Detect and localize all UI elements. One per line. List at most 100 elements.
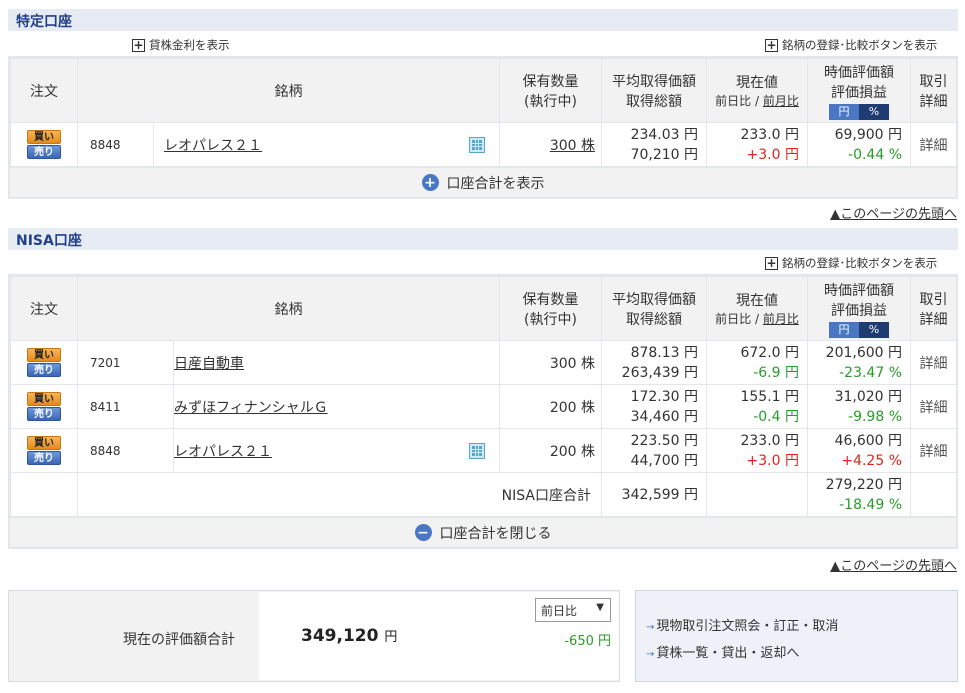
buy-button[interactable]: 買い xyxy=(27,436,61,450)
prev-day-link[interactable]: 前日比 xyxy=(715,94,751,108)
detail-link[interactable]: 詳細 xyxy=(910,428,957,473)
eval-cell: 201,600 円 -23.47 % xyxy=(807,340,911,385)
prev-day-link[interactable]: 前日比 xyxy=(715,312,751,326)
show-lending-rate-toggle[interactable]: + 貸株金利を表示 xyxy=(132,37,230,53)
toggle-yen[interactable]: 円 xyxy=(829,321,859,338)
plus-icon: + xyxy=(765,256,778,270)
stock-name-link[interactable]: レオパレス２１ xyxy=(174,444,272,460)
order-inquiry-link[interactable]: → 現物取引注文照会・訂正・取消 xyxy=(646,615,957,634)
qty-cell: 300 株 xyxy=(499,340,602,385)
col-qty: 保有数量 (執行中) xyxy=(499,58,602,123)
toggle-yen[interactable]: 円 xyxy=(829,103,859,120)
close-total-label: 口座合計を閉じる xyxy=(439,525,552,542)
price-cell: 233.0 円 +3.0 円 xyxy=(706,122,808,167)
nisa-total-eval: 279,220 円 -18.49 % xyxy=(807,472,911,517)
avg-cost-cell: 223.50 円 44,700 円 xyxy=(601,428,707,473)
prev-month-link[interactable]: 前月比 xyxy=(763,312,799,326)
order-buttons: 買い 売り xyxy=(10,340,78,385)
expand-plus-icon: + xyxy=(421,174,439,191)
total-valuation-label: 現在の評価額合計 xyxy=(123,632,235,648)
tokutei-holdings-table: 注文 銘柄 保有数量 (執行中) 平均取得価額 取得総額 現在値 前日比 / 前月比… xyxy=(8,56,958,199)
qty-link[interactable]: 300 株 xyxy=(550,138,595,154)
prev-month-link[interactable]: 前月比 xyxy=(763,94,799,108)
price-cell: 155.1 円 -0.4 円 xyxy=(706,384,808,429)
plus-icon: + xyxy=(132,38,145,52)
toggle-pct[interactable]: % xyxy=(859,321,889,338)
sell-button[interactable]: 売り xyxy=(27,363,61,377)
stock-name-cell: レオパレス２１ xyxy=(173,428,500,473)
buy-button[interactable]: 買い xyxy=(27,392,61,406)
register-compare-label: 銘柄の登録･比較ボタンを表示 xyxy=(782,256,938,270)
nisa-total-cost: 342,599 円 xyxy=(601,472,707,517)
nisa-holdings-table: 注文 銘柄 保有数量 (執行中) 平均取得価額 取得総額 現在値 前日比 / 前月比… xyxy=(8,274,958,549)
page-top-link[interactable]: ▲このページの先頭へ xyxy=(830,203,957,222)
eval-cell: 69,900 円 -0.44 % xyxy=(807,122,911,167)
nisa-total-label: NISA口座合計 xyxy=(77,472,602,517)
dropdown-arrow-icon: ▼ xyxy=(596,602,604,613)
col-avg: 平均取得価額 取得総額 xyxy=(601,276,707,341)
table-row: 買い 売り 8411 みずほフィナンシャルＧ 200 株 172.30 円 34,… xyxy=(10,384,957,429)
detail-link[interactable]: 詳細 xyxy=(910,340,957,385)
calculator-icon[interactable] xyxy=(469,443,485,459)
avg-cost-cell: 878.13 円 263,439 円 xyxy=(601,340,707,385)
stock-name-link[interactable]: みずほフィナンシャルＧ xyxy=(174,400,328,416)
buy-button[interactable]: 買い xyxy=(27,348,61,362)
col-stock: 銘柄 xyxy=(77,58,500,123)
buy-button[interactable]: 買い xyxy=(27,130,61,144)
tokutei-section-header: 特定口座 xyxy=(8,9,958,31)
stock-name-cell: 日産自動車 xyxy=(173,340,500,385)
stock-name-link[interactable]: レオパレス２１ xyxy=(164,138,262,154)
col-avg: 平均取得価額 取得総額 xyxy=(601,58,707,123)
total-valuation-panel: 349,120 円 前日比 ▼ -650 円 xyxy=(259,592,619,680)
sell-button[interactable]: 売り xyxy=(27,451,61,465)
order-buttons: 買い 売り xyxy=(10,122,78,167)
price-cell: 233.0 円 +3.0 円 xyxy=(706,428,808,473)
stock-code: 7201 xyxy=(77,340,174,385)
col-stock: 銘柄 xyxy=(77,276,500,341)
eval-cell: 31,020 円 -9.98 % xyxy=(807,384,911,429)
sell-button[interactable]: 売り xyxy=(27,407,61,421)
stock-code: 8848 xyxy=(77,428,174,473)
yen-pct-toggle[interactable]: 円% xyxy=(829,321,889,338)
col-eval: 時価評価額 評価損益 円% xyxy=(807,276,911,341)
show-total-button[interactable]: + 口座合計を表示 xyxy=(10,167,956,197)
total-valuation-box: 現在の評価額合計 349,120 円 前日比 ▼ -650 円 xyxy=(8,590,620,682)
register-compare-toggle-nisa[interactable]: + 銘柄の登録･比較ボタンを表示 xyxy=(765,255,937,271)
register-compare-toggle-tokutei[interactable]: + 銘柄の登録･比較ボタンを表示 xyxy=(765,37,937,53)
total-change-value: -650 円 xyxy=(564,634,611,649)
page-top-link[interactable]: ▲このページの先頭へ xyxy=(830,555,957,574)
stock-code: 8848 xyxy=(77,122,154,167)
nisa-section-header: NISA口座 xyxy=(8,228,958,250)
arrow-icon: → xyxy=(646,649,655,660)
nisa-total-row: NISA口座合計 342,599 円 279,220 円 -18.49 % xyxy=(10,472,957,517)
table-row: 買い 売り 7201 日産自動車 300 株 878.13 円 263,439 円… xyxy=(10,340,957,385)
order-buttons: 買い 売り xyxy=(10,384,78,429)
detail-link[interactable]: 詳細 xyxy=(910,384,957,429)
toggle-pct[interactable]: % xyxy=(859,103,889,120)
calculator-icon[interactable] xyxy=(469,137,485,153)
avg-cost-cell: 172.30 円 34,460 円 xyxy=(601,384,707,429)
eval-cell: 46,600 円 +4.25 % xyxy=(807,428,911,473)
yen-pct-toggle[interactable]: 円% xyxy=(829,103,889,120)
order-buttons: 買い 売り xyxy=(10,428,78,473)
show-lending-rate-label: 貸株金利を表示 xyxy=(149,38,230,52)
stock-name-link[interactable]: 日産自動車 xyxy=(174,356,244,372)
register-compare-label: 銘柄の登録･比較ボタンを表示 xyxy=(782,38,938,52)
col-order: 注文 xyxy=(10,58,78,123)
qty-cell: 200 株 xyxy=(499,384,602,429)
stock-name-cell: みずほフィナンシャルＧ xyxy=(173,384,500,429)
col-detail: 取引 詳細 xyxy=(910,276,957,341)
table-row: 買い 売り 8848 レオパレス２１ 300 株 234.03 円 70,210 … xyxy=(10,122,957,167)
qty-cell: 200 株 xyxy=(499,428,602,473)
col-qty: 保有数量 (執行中) xyxy=(499,276,602,341)
sell-button[interactable]: 売り xyxy=(27,145,61,159)
col-price: 現在値 前日比 / 前月比 xyxy=(706,276,808,341)
table-row: 買い 売り 8848 レオパレス２１ 200 株 223.50 円 44,700 … xyxy=(10,428,957,473)
detail-link[interactable]: 詳細 xyxy=(910,122,957,167)
total-valuation-value: 349,120 円 xyxy=(301,626,398,646)
close-total-button[interactable]: − 口座合計を閉じる xyxy=(10,517,956,547)
price-cell: 672.0 円 -6.9 円 xyxy=(706,340,808,385)
lending-list-link[interactable]: → 貸株一覧・貸出・返却へ xyxy=(646,642,957,661)
plus-icon: + xyxy=(765,38,778,52)
comparison-select[interactable]: 前日比 ▼ xyxy=(535,598,611,622)
